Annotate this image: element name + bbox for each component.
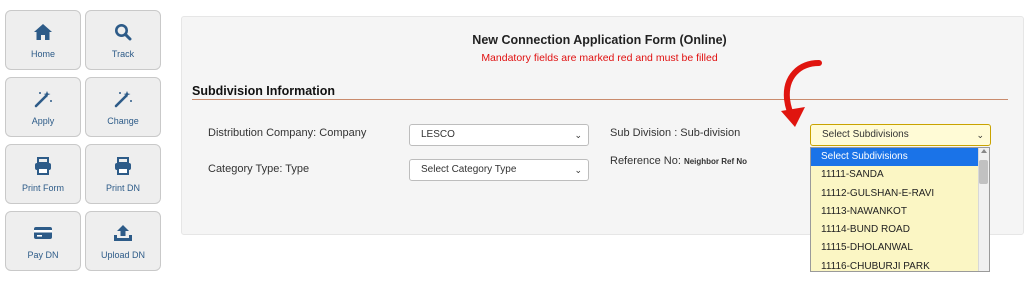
sidebar-item-track[interactable]: Track	[85, 10, 161, 70]
scroll-up-icon[interactable]	[981, 149, 987, 153]
dropdown-option[interactable]: 11115-DHOLANWAL	[811, 239, 989, 257]
search-icon	[112, 21, 134, 43]
red-arrow-icon	[781, 60, 822, 127]
section-divider	[192, 99, 1008, 100]
dropdown-scrollbar[interactable]	[978, 148, 989, 271]
chevron-down-icon: ⌄	[574, 130, 582, 140]
dropdown-option[interactable]: 11113-NAWANKOT	[811, 203, 989, 221]
sidebar-item-print-form[interactable]: Print Form	[5, 144, 81, 204]
sidebar-item-label: Print DN	[105, 183, 140, 193]
sidebar-item-home[interactable]: Home	[5, 10, 81, 70]
category-type-select[interactable]: Select Category Type ⌄	[409, 159, 589, 181]
sidebar-item-pay-dn[interactable]: Pay DN	[5, 211, 81, 271]
sidebar-item-label: Print Form	[21, 183, 64, 193]
section-title: Subdivision Information	[192, 84, 336, 98]
distribution-company-label: Distribution Company: Company	[208, 127, 367, 139]
subdivision-value: Select Subdivisions	[822, 129, 909, 140]
subdivision-dropdown-list: Select Subdivisions 11111-SANDA 11112-GU…	[810, 147, 990, 272]
page-root: Home Track Apply Change Print Form Print…	[0, 0, 1024, 286]
home-icon	[32, 21, 54, 43]
sidebar-item-change[interactable]: Change	[85, 77, 161, 137]
chevron-down-icon: ⌄	[976, 130, 984, 140]
sidebar-item-label: Change	[107, 116, 139, 126]
dropdown-option[interactable]: 11116-CHUBURJI PARK	[811, 258, 989, 271]
dropdown-option[interactable]: Select Subdivisions	[811, 148, 989, 167]
reference-no-label: Reference No: Neighbor Ref No	[610, 155, 747, 167]
sidebar-item-upload-dn[interactable]: Upload DN	[85, 211, 161, 271]
distribution-company-select[interactable]: LESCO ⌄	[409, 124, 589, 146]
reference-no-hint: Neighbor Ref No	[683, 157, 748, 166]
category-type-value: Select Category Type	[421, 164, 517, 175]
mandatory-notice: Mandatory fields are marked red and must…	[481, 52, 718, 64]
sidebar-item-label: Track	[111, 49, 135, 59]
sidebar-item-label: Upload DN	[100, 250, 146, 260]
sidebar-item-label: Apply	[31, 116, 55, 126]
upload-icon	[112, 222, 134, 244]
dropdown-option[interactable]: 11112-GULSHAN-E-RAVI	[811, 185, 989, 203]
dropdown-option[interactable]: 11114-BUND ROAD	[811, 221, 989, 239]
reference-no-text: Reference No:	[610, 155, 681, 167]
magic-wand-icon	[32, 88, 54, 110]
dropdown-option[interactable]: 11111-SANDA	[811, 166, 989, 184]
distribution-company-value: LESCO	[421, 129, 455, 140]
form-title: New Connection Application Form (Online)	[472, 33, 727, 47]
sidebar-item-apply[interactable]: Apply	[5, 77, 81, 137]
subdivision-label: Sub Division : Sub-division	[610, 127, 741, 139]
scrollbar-thumb[interactable]	[979, 160, 988, 184]
printer-icon	[32, 155, 54, 177]
chevron-down-icon: ⌄	[574, 165, 582, 175]
category-type-label: Category Type: Type	[208, 163, 310, 175]
sidebar-item-label: Pay DN	[27, 250, 59, 260]
printer-icon	[112, 155, 134, 177]
credit-card-icon	[32, 222, 54, 244]
subdivision-select[interactable]: Select Subdivisions ⌄	[810, 124, 991, 146]
magic-wand-icon	[112, 88, 134, 110]
sidebar-item-print-dn[interactable]: Print DN	[85, 144, 161, 204]
sidebar-item-label: Home	[30, 49, 55, 59]
